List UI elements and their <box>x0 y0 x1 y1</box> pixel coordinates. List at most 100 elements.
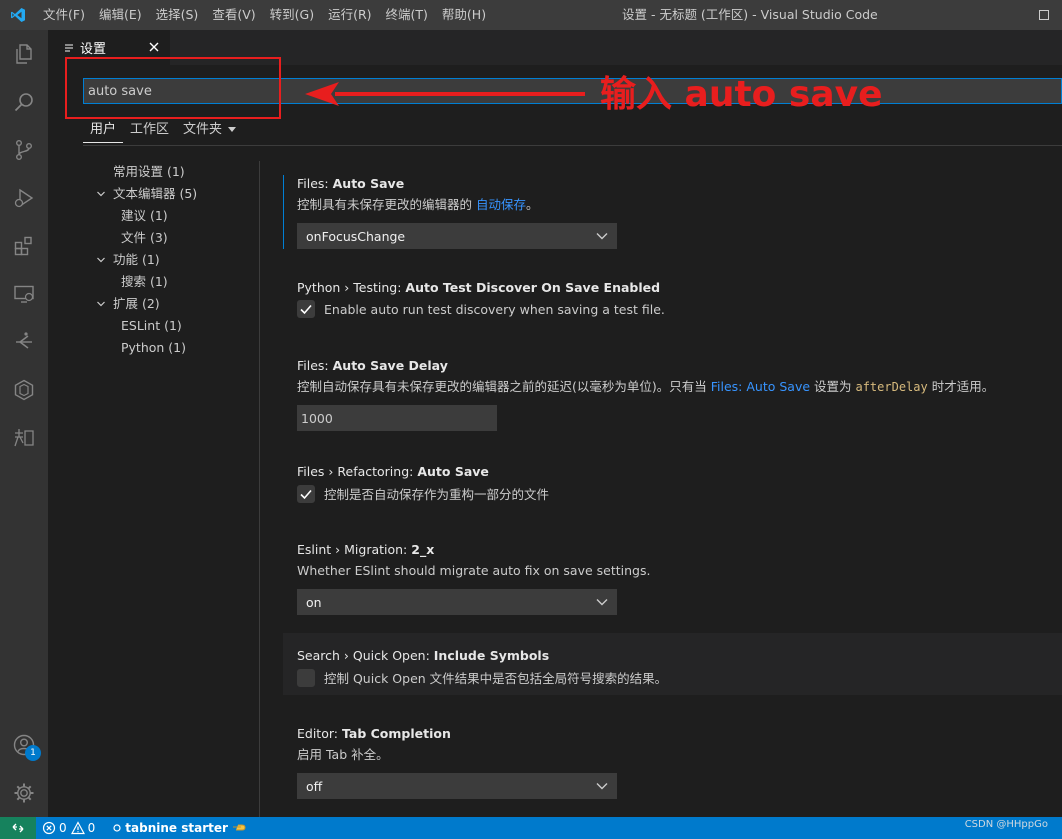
toc-label: 文件 (3) <box>121 230 168 245</box>
eslint-migration-select[interactable]: on <box>297 589 617 615</box>
restore-window-button[interactable] <box>1026 0 1062 30</box>
select-value: onFocusChange <box>306 228 406 244</box>
checkbox-label: Enable auto run test discovery when savi… <box>324 301 665 317</box>
setting-title: Python › Testing: Auto Test Discover On … <box>297 279 1062 297</box>
toc-label: 常用设置 (1) <box>113 164 185 179</box>
setting-category: Files: <box>297 358 333 373</box>
checkbox-row: 控制 Quick Open 文件结果中是否包括全局符号搜索的结果。 <box>297 668 1062 687</box>
chevron-down-icon <box>596 783 608 790</box>
tabnine-label: tabnine starter <box>125 821 228 835</box>
files-auto-save-link[interactable]: Files: Auto Save <box>711 379 810 394</box>
menu-view[interactable]: 查看(V) <box>205 0 262 30</box>
remote-explorer-icon[interactable] <box>0 270 48 318</box>
setting-category: Files › Refactoring: <box>297 464 418 479</box>
toc-label: ESLint (1) <box>121 318 182 333</box>
scope-tab-workspace[interactable]: 工作区 <box>123 117 176 143</box>
setting-name: Tab Completion <box>341 726 451 741</box>
tabnine-status[interactable]: tabnine starter <box>107 821 252 835</box>
toc-item-extensions[interactable]: 扩展 (2) <box>83 293 253 315</box>
zhihu-icon[interactable] <box>0 414 48 462</box>
chevron-down-icon <box>97 301 105 307</box>
input-value: 1000 <box>301 410 333 426</box>
menu-terminal[interactable]: 终端(T) <box>379 0 435 30</box>
scope-tab-folder[interactable]: 文件夹 <box>176 117 243 143</box>
toc-item-eslint[interactable]: ESLint (1) <box>83 315 253 337</box>
checkmark-icon <box>300 304 312 315</box>
error-count: 0 <box>59 821 67 835</box>
gitlens-icon[interactable] <box>0 318 48 366</box>
menu-run[interactable]: 运行(R) <box>321 0 378 30</box>
run-debug-icon[interactable] <box>0 174 48 222</box>
setting-name: Auto Save <box>332 176 405 191</box>
close-icon[interactable] <box>146 39 162 55</box>
checkmark-icon <box>300 489 312 499</box>
menu-help[interactable]: 帮助(H) <box>435 0 493 30</box>
scope-tab-user[interactable]: 用户 <box>83 118 124 143</box>
scope-divider <box>83 145 1062 146</box>
tab-settings[interactable]: 设置 <box>48 30 170 65</box>
toc-label: 搜索 (1) <box>121 274 168 289</box>
chevron-down-icon <box>228 127 237 132</box>
checkbox-row: 控制是否自动保存作为重构一部分的文件 <box>297 484 1062 503</box>
auto-save-delay-input[interactable]: 1000 <box>297 405 497 431</box>
toc-item-commonly-used[interactable]: 常用设置 (1) <box>83 161 253 183</box>
tab-completion-select[interactable]: off <box>297 773 617 799</box>
desc-text: 控制具有未保存更改的编辑器的 <box>297 197 476 212</box>
status-bar: 0 0 tabnine starter <box>0 817 1062 839</box>
desc-text: 。 <box>526 197 539 212</box>
include-symbols-checkbox[interactable] <box>297 668 315 687</box>
checkbox-label: 控制是否自动保存作为重构一部分的文件 <box>324 487 550 502</box>
settings-scope-tabs: 用户 工作区 文件夹 <box>83 117 243 143</box>
desc-text: 时才适用。 <box>927 379 995 394</box>
search-icon[interactable] <box>0 78 48 126</box>
toc-label: 建议 (1) <box>121 208 168 223</box>
setting-description: 控制具有未保存更改的编辑器的 自动保存。 <box>297 196 1062 214</box>
setting-title: Search › Quick Open: Include Symbols <box>297 647 1062 665</box>
toc-item-text-editor[interactable]: 文本编辑器 (5) <box>83 183 253 205</box>
setting-name: Auto Save <box>417 464 489 479</box>
title-bar: 文件(F) 编辑(E) 选择(S) 查看(V) 转到(G) 运行(R) 终端(T… <box>0 0 1062 30</box>
setting-title: Eslint › Migration: 2_x <box>297 541 1062 559</box>
activity-bar: 1 <box>0 30 48 817</box>
settings-editor: 输入 auto save 用户 工作区 文件夹 常用设置 (1) 文本编辑器 (… <box>48 57 1062 817</box>
tab-label: 设置 <box>80 42 107 57</box>
auto-test-discover-checkbox[interactable] <box>297 300 315 318</box>
problems-indicator[interactable]: 0 0 <box>36 821 101 835</box>
setting-title: Files: Auto Save <box>297 175 1062 193</box>
watermark: CSDN @HHppGo <box>964 819 1048 830</box>
tabnine-icon <box>113 824 121 832</box>
menu-edit[interactable]: 编辑(E) <box>92 0 149 30</box>
warning-count: 0 <box>87 821 96 835</box>
chevron-down-icon <box>596 233 608 240</box>
toc-item-files[interactable]: 文件 (3) <box>83 227 253 249</box>
desc-code: afterDelay <box>855 380 928 394</box>
extensions-icon[interactable] <box>0 222 48 270</box>
toc-item-python[interactable]: Python (1) <box>83 337 253 359</box>
remote-indicator[interactable] <box>0 817 36 839</box>
setting-files-refactoring-auto-save: Files › Refactoring: Auto Save 控制是否自动保存作… <box>283 463 1062 503</box>
menu-selection[interactable]: 选择(S) <box>149 0 206 30</box>
scope-folder-label: 文件夹 <box>183 122 223 137</box>
setting-category: Files: <box>297 176 333 191</box>
manage-gear-icon[interactable] <box>0 769 48 817</box>
refactoring-auto-save-checkbox[interactable] <box>297 484 315 503</box>
setting-title: Files: Auto Save Delay <box>297 357 1062 375</box>
menu-file[interactable]: 文件(F) <box>36 0 92 30</box>
accounts-icon[interactable]: 1 <box>0 721 48 769</box>
setting-name: 2_x <box>411 542 435 557</box>
desc-text: 设置为 <box>810 379 856 394</box>
editor-tab-bar: 设置 <box>48 30 1062 65</box>
toc-item-suggestions[interactable]: 建议 (1) <box>83 205 253 227</box>
toc-label: 扩展 (2) <box>113 296 160 311</box>
toc-item-search[interactable]: 搜索 (1) <box>83 271 253 293</box>
docker-icon[interactable] <box>0 366 48 414</box>
toc-item-features[interactable]: 功能 (1) <box>83 249 253 271</box>
setting-search-include-symbols: Search › Quick Open: Include Symbols 控制 … <box>283 633 1062 695</box>
source-control-icon[interactable] <box>0 126 48 174</box>
auto-save-select[interactable]: onFocusChange <box>297 223 617 249</box>
explorer-icon[interactable] <box>0 30 48 78</box>
pointing-hand-icon <box>232 824 246 831</box>
auto-save-link[interactable]: 自动保存 <box>476 197 526 212</box>
menu-go[interactable]: 转到(G) <box>263 0 321 30</box>
annotation-text: 输入 auto save <box>600 74 883 115</box>
